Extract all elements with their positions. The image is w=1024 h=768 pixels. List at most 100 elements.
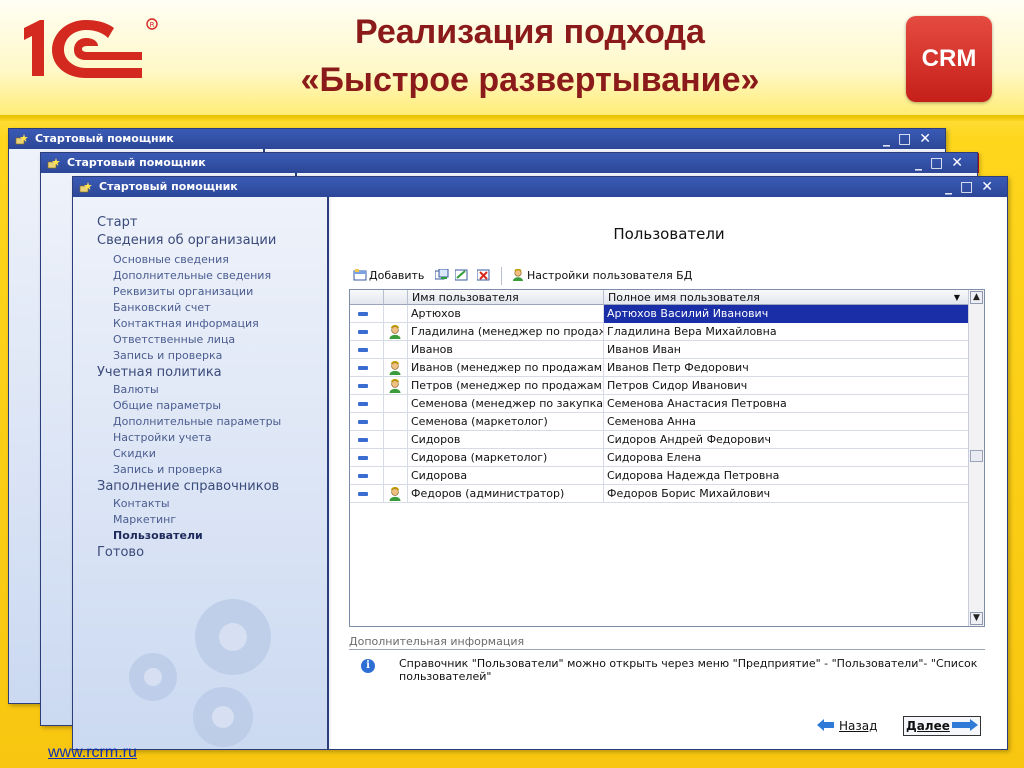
nav-org-item[interactable]: Дополнительные сведения [113,269,271,282]
window-controls[interactable]: _□✕ [915,153,971,173]
close-icon[interactable]: ✕ [951,155,971,171]
delete-row-icon[interactable] [477,269,491,281]
nav-accounting-item[interactable]: Общие параметры [113,399,221,412]
table-row[interactable]: Гладилина (менеджер по продаж... Гладилин… [350,323,969,341]
nav-org-item[interactable]: Реквизиты организации [113,285,253,298]
table-row[interactable]: Федоров (администратор) Федоров Борис Мих… [350,485,969,503]
nav-done[interactable]: Готово [97,545,144,560]
close-icon[interactable]: ✕ [981,179,1001,195]
user-name-cell[interactable]: Сидоров [408,431,604,449]
user-name-cell[interactable]: Гладилина (менеджер по продаж... [408,323,604,341]
close-icon[interactable]: ✕ [919,131,939,147]
table-row[interactable]: Сидорова (маркетолог) Сидорова Елена [350,449,969,467]
user-fullname-cell[interactable]: Семенова Анастасия Петровна [604,395,969,413]
scroll-down-icon[interactable]: ▼ [970,612,983,625]
table-row[interactable]: Иванов (менеджер по продажам) Иванов Петр… [350,359,969,377]
user-fullname-cell[interactable]: Артюхов Василий Иванович [604,305,969,323]
user-fullname-cell[interactable]: Сидорова Елена [604,449,969,467]
user-fullname-cell[interactable]: Иванов Петр Федорович [604,359,969,377]
maximize-icon[interactable]: □ [930,155,951,171]
arrow-left-icon [817,719,834,731]
nav-accounting[interactable]: Учетная политика [97,365,222,380]
nav-accounting-item[interactable]: Скидки [113,447,156,460]
minimize-icon[interactable]: _ [883,131,898,147]
user-fullname-cell[interactable]: Иванов Иван [604,341,969,359]
table-row[interactable]: Сидорова Сидорова Надежда Петровна [350,467,969,485]
nav-accounting-item[interactable]: Валюты [113,383,159,396]
nav-accounting-item[interactable]: Запись и проверка [113,463,222,476]
nav-org-item[interactable]: Ответственные лица [113,333,235,346]
nav-org-item[interactable]: Запись и проверка [113,349,222,362]
col-header-name[interactable]: Имя пользователя [408,290,604,305]
col-header-fullname[interactable]: Полное имя пользователя ▼ [604,290,969,305]
user-fullname-cell[interactable]: Федоров Борис Михайлович [604,485,969,503]
user-fullname-cell[interactable]: Сидоров Андрей Федорович [604,431,969,449]
row-icon-cell [384,341,408,359]
user-fullname-cell[interactable]: Семенова Анна [604,413,969,431]
window-controls[interactable]: _□✕ [945,177,1001,197]
minimize-icon[interactable]: _ [915,155,930,171]
table-row[interactable]: Петров (менеджер по продажам) Петров Сидо… [350,377,969,395]
table-row[interactable]: Сидоров Сидоров Андрей Федорович [350,431,969,449]
footer-url-link[interactable]: www.rcrm.ru [48,744,137,762]
col-header-marker[interactable] [350,290,384,305]
user-name-cell[interactable]: Иванов [408,341,604,359]
table-row[interactable]: Семенова (менеджер по закупкам) Семенова … [350,395,969,413]
nav-refs-item[interactable]: Маркетинг [113,513,176,526]
scroll-thumb[interactable] [970,450,983,462]
nav-start[interactable]: Старт [97,215,137,230]
nav-org-item[interactable]: Банковский счет [113,301,211,314]
user-name-cell[interactable]: Петров (менеджер по продажам) [408,377,604,395]
row-marker-cell [350,323,384,341]
vertical-scrollbar[interactable]: ▲ ▼ [968,290,984,626]
nav-refs[interactable]: Заполнение справочников [97,479,279,494]
col-header-icon[interactable] [384,290,408,305]
nav-org-item[interactable]: Основные сведения [113,253,229,266]
user-fullname-cell[interactable]: Сидорова Надежда Петровна [604,467,969,485]
page-heading: Пользователи [613,225,725,243]
edit-row-icon[interactable] [455,269,469,281]
sort-dropdown-icon[interactable]: ▼ [954,290,960,305]
crm-badge: CRM [906,16,992,102]
scroll-up-icon[interactable]: ▲ [970,291,983,304]
nav-refs-item-current[interactable]: Пользователи [113,529,203,542]
row-marker-cell [350,449,384,467]
nav-accounting-item[interactable]: Настройки учета [113,431,212,444]
window-titlebar[interactable]: Стартовый помощник _□✕ [73,177,1007,197]
user-name-cell[interactable]: Иванов (менеджер по продажам) [408,359,604,377]
users-table[interactable]: Имя пользователя Полное имя пользователя… [349,289,985,627]
copy-row-icon[interactable] [435,269,449,281]
window-titlebar[interactable]: Стартовый помощник _□✕ [9,129,945,149]
user-name-cell[interactable]: Семенова (менеджер по закупкам) [408,395,604,413]
minimize-icon[interactable]: _ [945,179,960,195]
nav-org-item[interactable]: Контактная информация [113,317,259,330]
table-row[interactable]: Иванов Иванов Иван [350,341,969,359]
user-role-icon [389,379,401,393]
row-marker-cell [350,431,384,449]
table-row-selected[interactable]: Артюхов Артюхов Василий Иванович [350,305,969,323]
user-name-cell[interactable]: Артюхов [408,305,604,323]
window-titlebar[interactable]: Стартовый помощник _□✕ [41,153,977,173]
window-controls[interactable]: _□✕ [883,129,939,149]
user-fullname-cell[interactable]: Гладилина Вера Михайловна [604,323,969,341]
add-button-label: Добавить [369,269,425,282]
next-button[interactable]: Далее [903,716,981,736]
row-marker-cell [350,395,384,413]
db-user-settings-button[interactable]: Настройки пользователя БД [511,267,692,285]
maximize-icon[interactable]: □ [960,179,981,195]
user-fullname-cell[interactable]: Петров Сидор Иванович [604,377,969,395]
nav-refs-item[interactable]: Контакты [113,497,170,510]
back-button[interactable]: Назад [817,717,877,735]
user-name-cell[interactable]: Сидорова [408,467,604,485]
user-name-cell[interactable]: Федоров (администратор) [408,485,604,503]
maximize-icon[interactable]: □ [898,131,919,147]
user-name-cell[interactable]: Семенова (маркетолог) [408,413,604,431]
user-role-icon [389,361,401,375]
table-row[interactable]: Семенова (маркетолог) Семенова Анна [350,413,969,431]
nav-accounting-item[interactable]: Дополнительные параметры [113,415,281,428]
user-name-cell[interactable]: Сидорова (маркетолог) [408,449,604,467]
additional-info-text: Справочник "Пользователи" можно открыть … [399,657,978,683]
row-marker-icon [358,348,368,352]
nav-org[interactable]: Сведения об организации [97,233,276,248]
add-button[interactable]: Добавить [353,267,424,285]
